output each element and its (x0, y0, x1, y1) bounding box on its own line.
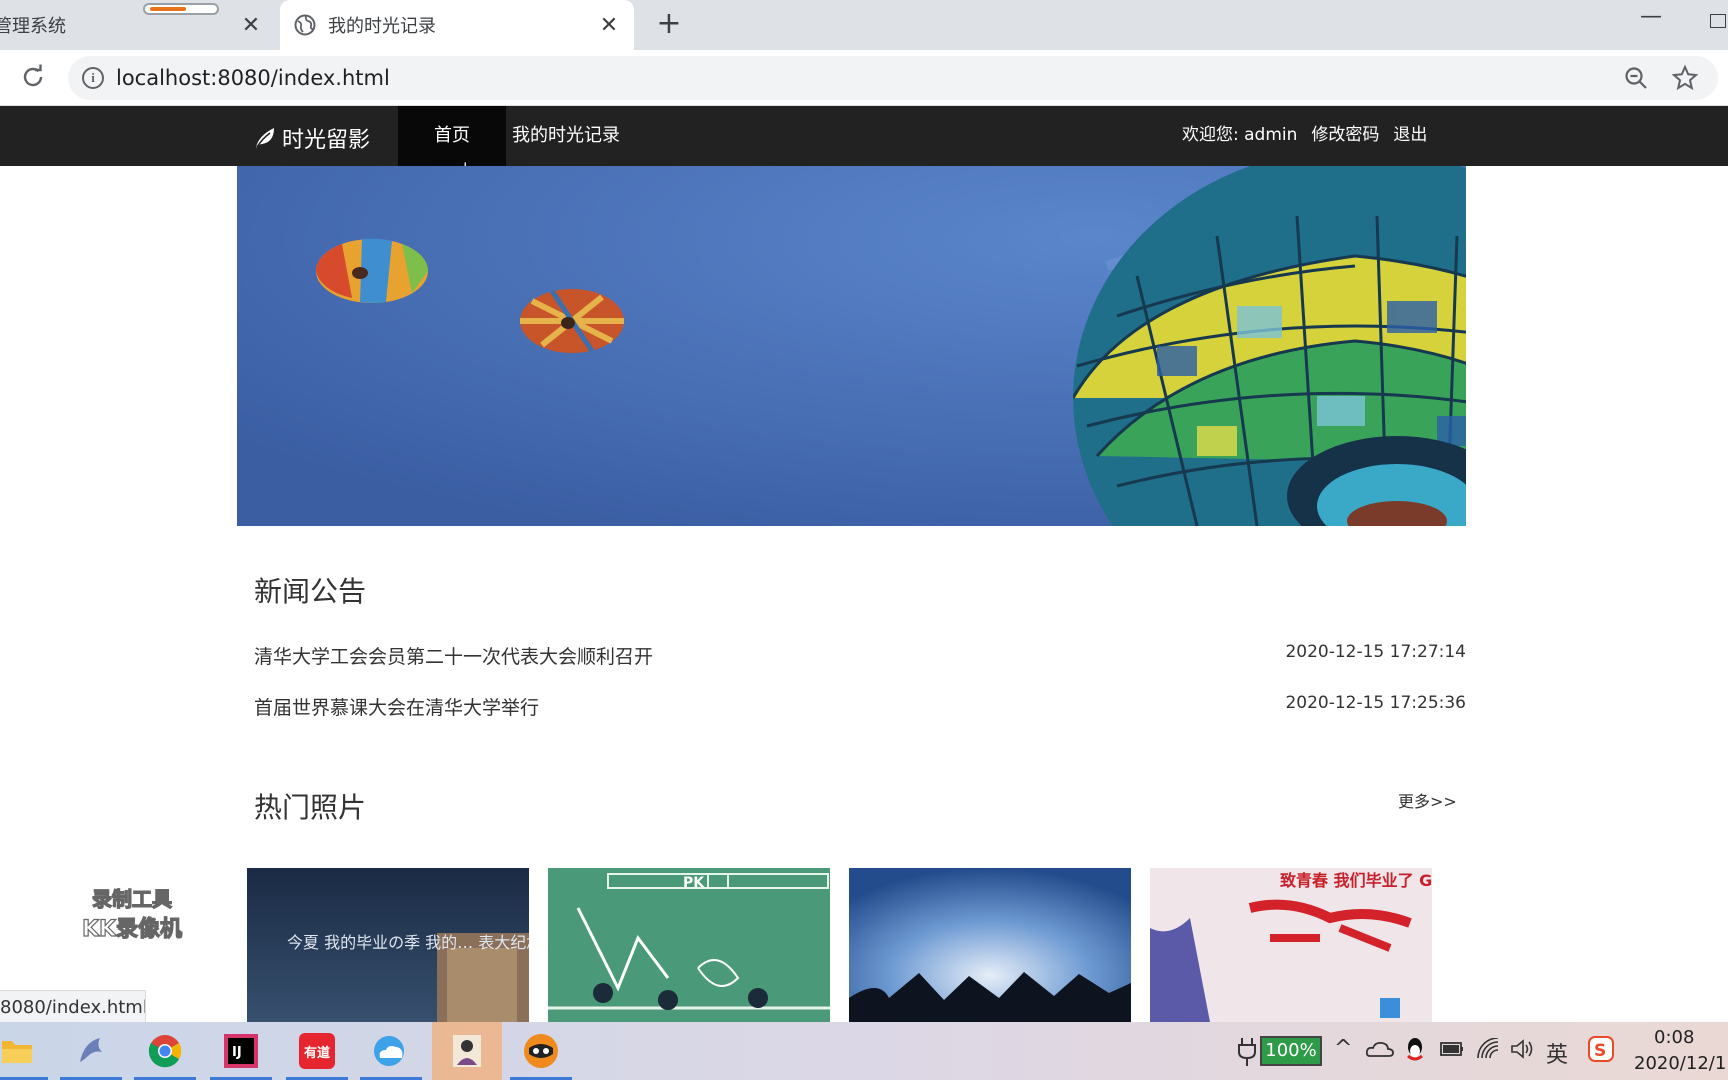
taskbar-chrome[interactable] (130, 1022, 200, 1080)
new-tab-button[interactable]: + (652, 8, 686, 42)
globe-icon (294, 14, 316, 36)
battery-tray-icon[interactable] (1440, 1040, 1464, 1058)
photo-caption: 致青春 我们毕业了 GRADUAT (1280, 871, 1432, 890)
hero-banner (237, 166, 1466, 526)
news-item[interactable]: 清华大学工会会员第二十一次代表大会顺利召开 2020-12-15 17:27:1… (254, 634, 1466, 674)
browser-tabstrip: 管理系统 ✕ 我的时光记录 ✕ + — (0, 0, 1728, 50)
brand-name: 时光留影 (282, 128, 371, 153)
browser-toolbar: i localhost:8080/index.html (0, 50, 1728, 106)
dolphin-icon (80, 1038, 102, 1062)
close-icon[interactable]: ✕ (238, 12, 264, 38)
zoom-icon[interactable] (1623, 65, 1649, 91)
taskbar-file-explorer[interactable] (0, 1022, 52, 1080)
close-icon[interactable]: ✕ (596, 12, 622, 38)
news-item[interactable]: 首届世界慕课大会在清华大学举行 2020-12-15 17:25:36 (254, 685, 1466, 725)
more-photos-link[interactable]: 更多>> (1398, 788, 1457, 812)
power-plug-icon (1238, 1038, 1256, 1066)
photo-caption: PK (683, 875, 705, 891)
info-icon[interactable]: i (82, 67, 104, 89)
svg-text:IJ: IJ (232, 1045, 242, 1060)
kk-recorder-icon (524, 1034, 558, 1068)
taskbar-intellij[interactable]: IJ (206, 1022, 276, 1080)
photo-card-1[interactable]: 今夏 我的毕业の季 我的… 表大纪念… (247, 868, 529, 1022)
logout-link[interactable]: 退出 (1393, 106, 1427, 166)
status-bar-url: 8080/index.html (0, 990, 146, 1022)
windows-taskbar: IJ 有道 100% ^ 英 S 0:08 2020/12/1 (0, 1022, 1728, 1080)
nav-item-my-records[interactable]: 我的时光记录 (512, 106, 620, 166)
clock-date[interactable]: 2020/12/1 (1634, 1053, 1726, 1074)
maximize-icon[interactable] (1710, 14, 1726, 28)
brand-logo[interactable]: 时光留影 (254, 122, 370, 154)
photo-caption: 今夏 我的毕业の季 我的… 表大纪念… (287, 933, 529, 952)
site-navbar: 时光留影 首页 我的时光记录 欢迎您: admin 修改密码 退出 (0, 106, 1728, 166)
nav-item-home[interactable]: 首页 (398, 106, 506, 166)
taskbar-kk-recorder[interactable] (506, 1022, 576, 1080)
welcome-text: 欢迎您: admin (1182, 125, 1298, 145)
reload-icon[interactable] (18, 62, 48, 92)
user-menu: 欢迎您: admin 修改密码 退出 (1182, 106, 1427, 166)
folder-icon (2, 1041, 32, 1063)
svg-text:有道: 有道 (304, 1045, 330, 1061)
photo-card-3[interactable] (849, 868, 1131, 1022)
address-bar[interactable]: i localhost:8080/index.html (68, 56, 1718, 100)
sogou-ime-icon[interactable]: S (1588, 1036, 1614, 1062)
photo-card-2[interactable]: PK (548, 868, 830, 1022)
tab-title: 我的时光记录 (328, 16, 436, 37)
wifi-icon[interactable] (1476, 1038, 1500, 1060)
taskbar-weather[interactable] (356, 1022, 426, 1080)
browser-tab-1[interactable]: 管理系统 ✕ (0, 0, 270, 50)
onedrive-cloud-icon[interactable] (1366, 1040, 1394, 1058)
leaf-icon (256, 128, 274, 148)
intellij-icon: IJ (224, 1034, 258, 1068)
youdao-icon: 有道 (299, 1033, 335, 1069)
svg-text:S: S (1594, 1041, 1606, 1061)
url-text[interactable]: localhost:8080/index.html (116, 66, 390, 90)
battery-indicator[interactable]: 100% (1260, 1036, 1322, 1066)
clock-time[interactable]: 0:08 (1654, 1027, 1694, 1048)
recorder-watermark: 录制工具 KK录像机 (81, 886, 182, 942)
tab-title: 管理系统 (0, 16, 66, 37)
change-password-link[interactable]: 修改密码 (1311, 106, 1379, 166)
minimize-icon[interactable]: — (1640, 4, 1662, 29)
news-item-title[interactable]: 首届世界慕课大会在清华大学举行 (254, 693, 539, 720)
hot-air-balloons-image (237, 166, 1466, 526)
taskbar-youdao[interactable]: 有道 (282, 1022, 352, 1080)
qq-penguin-icon[interactable] (1404, 1036, 1426, 1062)
chrome-icon (148, 1035, 182, 1068)
news-item-date: 2020-12-15 17:27:14 (1285, 642, 1466, 662)
portrait-icon (453, 1035, 481, 1067)
cloud-app-icon (374, 1036, 404, 1066)
svg-text:录制工具: 录制工具 (92, 887, 172, 911)
bookmark-star-icon[interactable] (1671, 64, 1699, 92)
volume-icon[interactable] (1510, 1038, 1534, 1060)
ime-indicator[interactable]: 英 (1546, 1037, 1568, 1069)
audio-indicator-icon (143, 3, 219, 15)
news-item-date: 2020-12-15 17:25:36 (1285, 693, 1466, 713)
photo-card-4[interactable]: 致青春 我们毕业了 GRADUAT (1150, 868, 1432, 1022)
svg-text:KK录像机: KK录像机 (82, 916, 182, 942)
hot-photos-title: 热门照片 (254, 791, 367, 824)
news-item-title[interactable]: 清华大学工会会员第二十一次代表大会顺利召开 (254, 642, 653, 669)
browser-tab-2[interactable]: 我的时光记录 ✕ (280, 0, 634, 50)
taskbar-app-dolphin[interactable] (56, 1022, 126, 1080)
chevron-up-icon[interactable]: ^ (1334, 1036, 1352, 1061)
news-section-title: 新闻公告 (254, 575, 367, 608)
taskbar-recording-app[interactable] (432, 1022, 502, 1080)
